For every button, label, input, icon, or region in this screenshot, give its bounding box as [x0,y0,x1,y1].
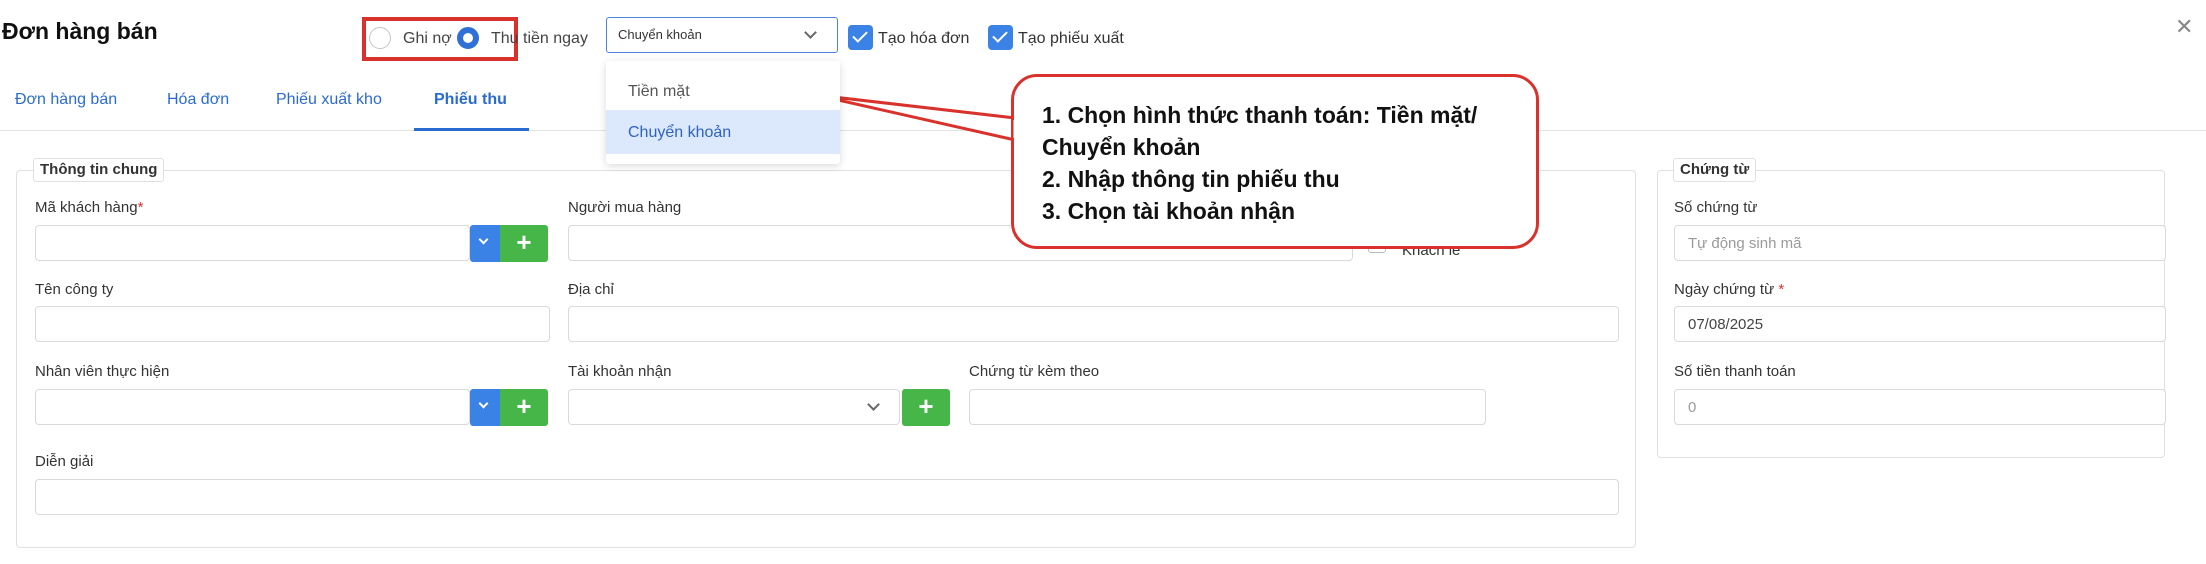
payment-method-dropdown: Tiền mặt Chuyển khoản [606,61,840,164]
dropdown-option-transfer[interactable]: Chuyển khoản [606,110,840,154]
callout-pointer-mask [1013,120,1019,138]
dropdown-option-cash[interactable]: Tiền mặt [606,69,840,113]
